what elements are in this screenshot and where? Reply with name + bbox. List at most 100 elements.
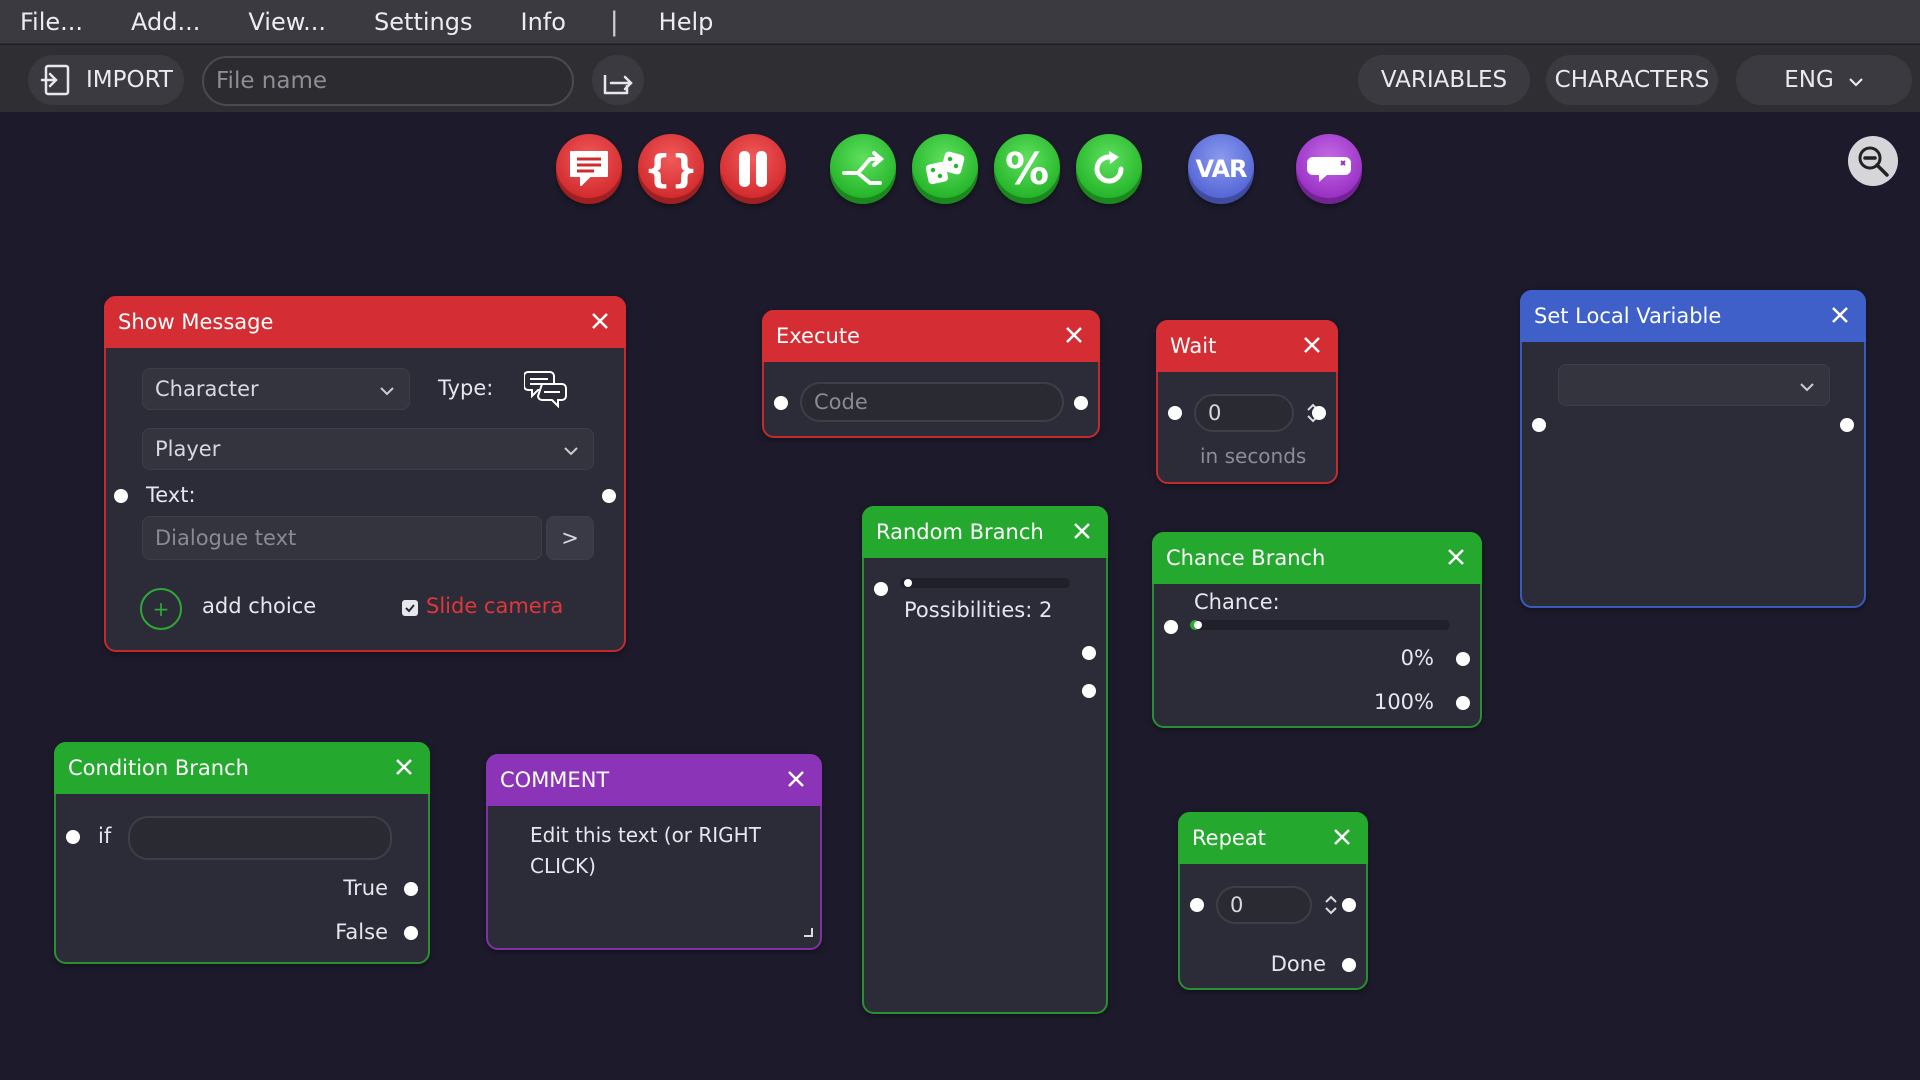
possibilities-slider[interactable] bbox=[900, 578, 1070, 588]
stepper-icon[interactable] bbox=[1324, 894, 1338, 921]
variable-dropdown[interactable] bbox=[1558, 364, 1830, 406]
dialogue-text-input[interactable]: Dialogue text bbox=[142, 516, 542, 560]
if-label: if bbox=[98, 824, 112, 848]
add-chance-branch-button[interactable]: % bbox=[994, 134, 1060, 204]
output-port-true[interactable] bbox=[404, 882, 418, 896]
node-title: Execute bbox=[776, 324, 860, 348]
node-comment[interactable]: COMMENT Edit this text (or RIGHT CLICK) bbox=[486, 754, 822, 950]
node-show-message[interactable]: Show Message Character Type: Player Text… bbox=[104, 296, 626, 652]
dialogue-type-icon[interactable] bbox=[523, 368, 568, 412]
output-port-done[interactable] bbox=[1342, 958, 1356, 972]
node-header[interactable]: Repeat bbox=[1178, 812, 1368, 864]
character-value: Player bbox=[155, 437, 221, 461]
close-icon[interactable] bbox=[586, 307, 614, 335]
output-port-1[interactable] bbox=[1456, 652, 1470, 666]
slider-knob[interactable] bbox=[1194, 621, 1202, 629]
character-dropdown[interactable]: Player bbox=[142, 428, 594, 470]
var-label: VAR bbox=[1195, 155, 1248, 183]
node-title: Condition Branch bbox=[68, 756, 249, 780]
close-icon[interactable] bbox=[1328, 823, 1356, 851]
close-icon[interactable] bbox=[1442, 543, 1470, 571]
add-variable-button[interactable]: VAR bbox=[1188, 134, 1254, 204]
export-button[interactable] bbox=[592, 55, 644, 105]
characters-button[interactable]: CHARACTERS bbox=[1546, 55, 1718, 105]
add-choice-button[interactable]: + bbox=[140, 588, 182, 630]
output-port[interactable] bbox=[1840, 418, 1854, 432]
speaker-dropdown[interactable]: Character bbox=[142, 368, 410, 410]
file-name-input[interactable] bbox=[202, 56, 574, 106]
output-port-1[interactable] bbox=[1082, 646, 1096, 660]
code-input[interactable]: Code bbox=[800, 382, 1064, 422]
input-port[interactable] bbox=[874, 582, 888, 596]
output-port-2[interactable] bbox=[1456, 696, 1470, 710]
language-select[interactable]: ENG bbox=[1736, 55, 1912, 105]
pause-icon bbox=[735, 149, 771, 189]
input-port[interactable] bbox=[1168, 406, 1182, 420]
menu-add[interactable]: Add... bbox=[131, 8, 200, 36]
output-port-false[interactable] bbox=[404, 926, 418, 940]
close-icon[interactable] bbox=[782, 765, 810, 793]
text-label: Text: bbox=[146, 483, 196, 507]
input-port[interactable] bbox=[1164, 620, 1178, 634]
node-set-local-variable[interactable]: Set Local Variable bbox=[1520, 290, 1866, 608]
repeat-count-input[interactable]: 0 bbox=[1216, 886, 1337, 924]
node-random-branch[interactable]: Random Branch Possibilities: 2 bbox=[862, 506, 1108, 1014]
comment-text[interactable]: Edit this text (or RIGHT CLICK) bbox=[530, 820, 780, 882]
close-icon[interactable] bbox=[1068, 517, 1096, 545]
zoom-out-button[interactable] bbox=[1848, 136, 1898, 186]
condition-input[interactable] bbox=[128, 816, 392, 860]
output-port-2[interactable] bbox=[1082, 684, 1096, 698]
node-wait[interactable]: Wait 0 in seconds bbox=[1156, 320, 1338, 484]
node-header[interactable]: Show Message bbox=[104, 296, 626, 348]
expand-text-button[interactable]: > bbox=[546, 516, 594, 560]
false-label: False bbox=[335, 920, 388, 944]
output-port[interactable] bbox=[1342, 898, 1356, 912]
close-icon[interactable] bbox=[1826, 301, 1854, 329]
add-random-branch-button[interactable] bbox=[912, 134, 978, 204]
node-condition-branch[interactable]: Condition Branch if True False bbox=[54, 742, 430, 964]
output-port[interactable] bbox=[1312, 406, 1326, 420]
close-icon[interactable] bbox=[1298, 331, 1326, 359]
output-port[interactable] bbox=[602, 489, 616, 503]
node-execute[interactable]: Execute Code bbox=[762, 310, 1100, 438]
variables-button[interactable]: VARIABLES bbox=[1358, 55, 1530, 105]
import-button[interactable]: IMPORT bbox=[28, 55, 184, 105]
node-header[interactable]: COMMENT bbox=[486, 754, 822, 806]
node-header[interactable]: Random Branch bbox=[862, 506, 1108, 558]
menu-info[interactable]: Info bbox=[520, 8, 565, 36]
node-header[interactable]: Execute bbox=[762, 310, 1100, 362]
node-header[interactable]: Set Local Variable bbox=[1520, 290, 1866, 342]
wait-seconds-input[interactable]: 0 bbox=[1194, 394, 1319, 432]
input-port[interactable] bbox=[114, 489, 128, 503]
add-show-message-button[interactable] bbox=[556, 134, 622, 204]
node-header[interactable]: Condition Branch bbox=[54, 742, 430, 794]
input-port[interactable] bbox=[1532, 418, 1546, 432]
add-wait-button[interactable] bbox=[720, 134, 786, 204]
node-chance-branch[interactable]: Chance Branch Chance: 0% 100% bbox=[1152, 532, 1482, 728]
close-icon[interactable] bbox=[390, 753, 418, 781]
menu-file[interactable]: File... bbox=[20, 8, 83, 36]
node-header[interactable]: Wait bbox=[1156, 320, 1338, 372]
add-execute-button[interactable]: {} bbox=[638, 134, 704, 204]
node-repeat[interactable]: Repeat 0 Done bbox=[1178, 812, 1368, 990]
resize-handle-icon[interactable] bbox=[802, 923, 814, 942]
menu-settings[interactable]: Settings bbox=[374, 8, 472, 36]
slider-knob[interactable] bbox=[904, 579, 912, 587]
true-label: True bbox=[343, 876, 388, 900]
repeat-icon bbox=[1089, 149, 1129, 189]
input-port[interactable] bbox=[774, 396, 788, 410]
input-port[interactable] bbox=[1190, 898, 1204, 912]
slide-camera-checkbox[interactable] bbox=[402, 600, 418, 616]
add-comment-button[interactable] bbox=[1296, 134, 1362, 204]
menu-help[interactable]: Help bbox=[659, 8, 714, 36]
add-condition-branch-button[interactable] bbox=[830, 134, 896, 204]
output-port[interactable] bbox=[1074, 396, 1088, 410]
node-title: COMMENT bbox=[500, 768, 610, 792]
close-icon[interactable] bbox=[1060, 321, 1088, 349]
node-header[interactable]: Chance Branch bbox=[1152, 532, 1482, 584]
add-repeat-button[interactable] bbox=[1076, 134, 1142, 204]
chance-slider[interactable] bbox=[1190, 620, 1450, 630]
input-port[interactable] bbox=[66, 830, 80, 844]
zoom-out-icon bbox=[1856, 144, 1890, 178]
menu-view[interactable]: View... bbox=[248, 8, 326, 36]
